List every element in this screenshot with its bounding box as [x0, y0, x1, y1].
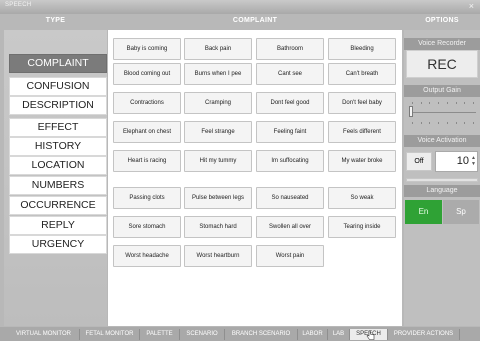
complaint-button[interactable]: Bleeding: [328, 38, 396, 60]
language-en-button[interactable]: En: [405, 200, 442, 224]
complaint-button[interactable]: Im suffocating: [256, 150, 324, 172]
speech-window: SPEECH × TYPE COMPLAINT OPTIONS COMPLAIN…: [0, 0, 480, 341]
voice-activation-toggle[interactable]: Off: [406, 152, 432, 171]
complaint-button[interactable]: Bathroom: [256, 38, 324, 60]
type-item-urgency[interactable]: URGENCY: [9, 235, 107, 254]
window-title: SPEECH: [5, 2, 32, 8]
type-item-reply[interactable]: REPLY: [9, 216, 107, 235]
complaint-button[interactable]: Passing clots: [113, 187, 181, 209]
complaint-button[interactable]: Contractions: [113, 92, 181, 114]
voice-activation-level-bar: [406, 178, 478, 182]
complaint-button[interactable]: Cant see: [256, 63, 324, 85]
tab-palette[interactable]: PALETTE: [140, 329, 180, 340]
spin-down-icon[interactable]: ▼: [471, 161, 476, 167]
complaint-button[interactable]: Feel strange: [184, 121, 252, 143]
complaint-button[interactable]: Burns when I pee: [184, 63, 252, 85]
bottom-tab-bar: VIRTUAL MONITOR FETAL MONITOR PALETTE SC…: [0, 327, 480, 341]
complaint-button[interactable]: Worst heartburn: [184, 245, 252, 267]
type-list: COMPLAINT CONFUSION DESCRIPTION EFFECT H…: [4, 30, 107, 326]
complaint-button[interactable]: Baby is coming: [113, 38, 181, 60]
complaint-button[interactable]: Feels different: [328, 121, 396, 143]
type-item-numbers[interactable]: NUMBERS: [9, 176, 107, 195]
gain-slider-thumb[interactable]: [409, 106, 413, 117]
type-item-description[interactable]: DESCRIPTION: [9, 96, 107, 115]
complaint-button[interactable]: Worst pain: [256, 245, 324, 267]
complaint-button[interactable]: Worst headache: [113, 245, 181, 267]
complaint-button[interactable]: Hit my tummy: [184, 150, 252, 172]
complaint-grid: Baby is coming Back pain Bathroom Bleedi…: [108, 30, 402, 326]
voice-activation-label: Voice Activation: [404, 135, 480, 147]
complaint-button[interactable]: Feeling faint: [256, 121, 324, 143]
tab-provider-actions[interactable]: PROVIDER ACTIONS: [388, 329, 460, 340]
voice-activation-value: 10: [456, 155, 469, 167]
type-item-effect[interactable]: EFFECT: [9, 118, 107, 137]
complaint-button[interactable]: So weak: [328, 187, 396, 209]
complaint-button[interactable]: My water broke: [328, 150, 396, 172]
type-item-confusion[interactable]: CONFUSION: [9, 77, 107, 96]
gain-ticks-bottom: [412, 122, 474, 126]
voice-activation-number[interactable]: 10 ▲ ▼: [435, 151, 478, 172]
complaint-button[interactable]: Blood coming out: [113, 63, 181, 85]
type-header: TYPE: [45, 17, 66, 24]
complaint-button[interactable]: Cramping: [184, 92, 252, 114]
tab-labor[interactable]: LABOR: [298, 329, 328, 340]
output-gain-label: Output Gain: [404, 85, 480, 97]
complaint-header: COMPLAINT: [232, 17, 278, 24]
language-label: Language: [404, 185, 480, 197]
complaint-button[interactable]: Pulse between legs: [184, 187, 252, 209]
tab-lab[interactable]: LAB: [328, 329, 350, 340]
complaint-button[interactable]: Stomach hard: [184, 216, 252, 238]
complaint-button[interactable]: Tearing inside: [328, 216, 396, 238]
tab-virtual-monitor[interactable]: VIRTUAL MONITOR: [8, 329, 80, 340]
complaint-button[interactable]: Can't breath: [328, 63, 396, 85]
language-sp-button[interactable]: Sp: [443, 200, 479, 224]
tab-speech[interactable]: SPEECH: [350, 329, 388, 340]
type-item-complaint[interactable]: COMPLAINT: [9, 54, 107, 73]
close-icon[interactable]: ×: [469, 1, 474, 12]
voice-recorder-label: Voice Recorder: [404, 38, 480, 50]
options-panel: Voice Recorder REC Output Gain Voice Act…: [404, 30, 480, 326]
type-item-history[interactable]: HISTORY: [9, 137, 107, 156]
type-item-location[interactable]: LOCATION: [9, 156, 107, 175]
tab-scenario[interactable]: SCENARIO: [180, 329, 225, 340]
complaint-button[interactable]: Dont feel good: [256, 92, 324, 114]
complaint-button[interactable]: Sore stomach: [113, 216, 181, 238]
rec-button[interactable]: REC: [406, 50, 478, 78]
gain-slider-track[interactable]: [409, 112, 476, 113]
complaint-button[interactable]: Swollen all over: [256, 216, 324, 238]
options-header: OPTIONS: [425, 17, 459, 24]
complaint-button[interactable]: So nauseated: [256, 187, 324, 209]
tab-branch-scenario[interactable]: BRANCH SCENARIO: [225, 329, 298, 340]
spinner-arrows[interactable]: ▲ ▼: [471, 155, 476, 167]
gain-ticks-top: [412, 102, 474, 106]
complaint-button[interactable]: Don't feel baby: [328, 92, 396, 114]
type-item-occurrence[interactable]: OCCURRENCE: [9, 196, 107, 215]
complaint-button[interactable]: Back pain: [184, 38, 252, 60]
tab-fetal-monitor[interactable]: FETAL MONITOR: [80, 329, 140, 340]
title-bar: SPEECH ×: [0, 0, 480, 14]
complaint-button[interactable]: Elephant on chest: [113, 121, 181, 143]
complaint-button[interactable]: Heart is racing: [113, 150, 181, 172]
